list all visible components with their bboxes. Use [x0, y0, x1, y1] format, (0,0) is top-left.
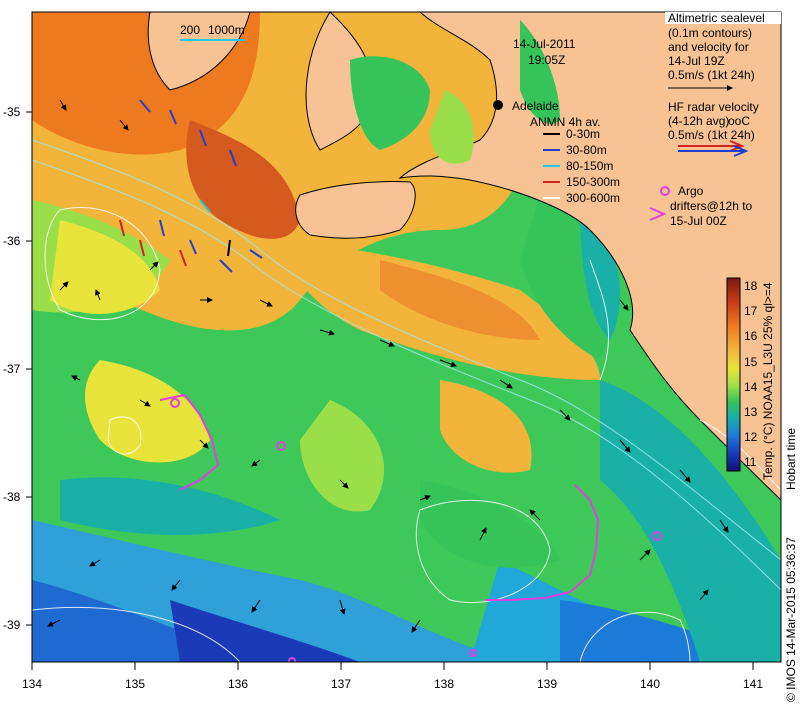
- argo-legend-line: drifters@12h to: [670, 199, 753, 213]
- hf-radar-overlay-text: ooC: [728, 114, 750, 128]
- x-tick-label: 140: [640, 677, 660, 691]
- scale-bar-right-label: 1000m: [208, 23, 245, 37]
- x-tick-label: 138: [434, 677, 454, 691]
- hf-radar-legend-line: HF radar velocity: [668, 100, 759, 114]
- y-tick-label: -36: [3, 234, 21, 248]
- hf-radar-legend-line: (4-12h avg): [668, 114, 729, 128]
- altimetry-legend-line: Altimetric sealevel: [668, 11, 765, 25]
- colorbar-label: Temp. (°C) NOAA15_L3U 25% ql>=4: [761, 282, 775, 480]
- adelaide-marker: [493, 100, 503, 110]
- y-tick-labels: -35 -36 -37 -38 -39: [3, 105, 21, 632]
- anmn-legend-item: 0-30m: [566, 127, 600, 141]
- anmn-legend-item: 30-80m: [566, 143, 607, 157]
- x-tick-labels: 134 135 136 137 138 139 140 141: [22, 677, 763, 691]
- x-tick-label: 141: [743, 677, 763, 691]
- hobart-time-label: Hobart time: [784, 428, 798, 490]
- colorbar-tick: 14: [744, 380, 758, 394]
- y-tick-label: -38: [3, 490, 21, 504]
- y-tick-label: -39: [3, 618, 21, 632]
- colorbar-scale: [726, 277, 741, 472]
- altimetry-legend-line: and velocity for: [668, 40, 749, 54]
- anmn-legend-item: 150-300m: [566, 175, 620, 189]
- colorbar-tick: 11: [744, 455, 757, 469]
- imos-credit: © IMOS 14-Mar-2015 05:36:37: [784, 537, 798, 702]
- map-date: 14-Jul-2011: [513, 37, 576, 51]
- altimetry-legend-line: (0.1m contours): [668, 26, 752, 40]
- colorbar-tick: 16: [744, 329, 758, 343]
- colorbar-tick: 18: [744, 279, 758, 293]
- x-tick-label: 137: [331, 677, 351, 691]
- argo-legend-line: Argo: [678, 184, 704, 198]
- colorbar-tick: 17: [744, 304, 758, 318]
- x-tick-label: 136: [228, 677, 248, 691]
- map-time: 19:05Z: [528, 53, 565, 67]
- x-tick-label: 135: [125, 677, 145, 691]
- y-tick-label: -35: [3, 105, 21, 119]
- y-tick-label: -37: [3, 362, 21, 376]
- altimetry-legend-line: 0.5m/s (1kt 24h): [668, 68, 755, 82]
- argo-legend-line: 15-Jul 00Z: [670, 214, 727, 228]
- colorbar-tick: 15: [744, 355, 758, 369]
- city-label: Adelaide: [512, 99, 559, 113]
- anmn-legend-item: 80-150m: [566, 159, 613, 173]
- hf-radar-legend-line: 0.5m/s (1kt 24h): [668, 128, 755, 142]
- anmn-legend-item: 300-600m: [566, 191, 620, 205]
- colorbar-tick: 13: [744, 405, 758, 419]
- colorbar-tick: 12: [744, 430, 758, 444]
- x-tick-label: 134: [22, 677, 42, 691]
- x-tick-label: 139: [537, 677, 557, 691]
- altimetry-legend-line: 14-Jul 19Z: [668, 54, 725, 68]
- ocean-temperature-map: 134 135 136 137 138 139 140 141 -35 -36 …: [3, 11, 798, 702]
- scale-bar-left-label: 200: [180, 23, 200, 37]
